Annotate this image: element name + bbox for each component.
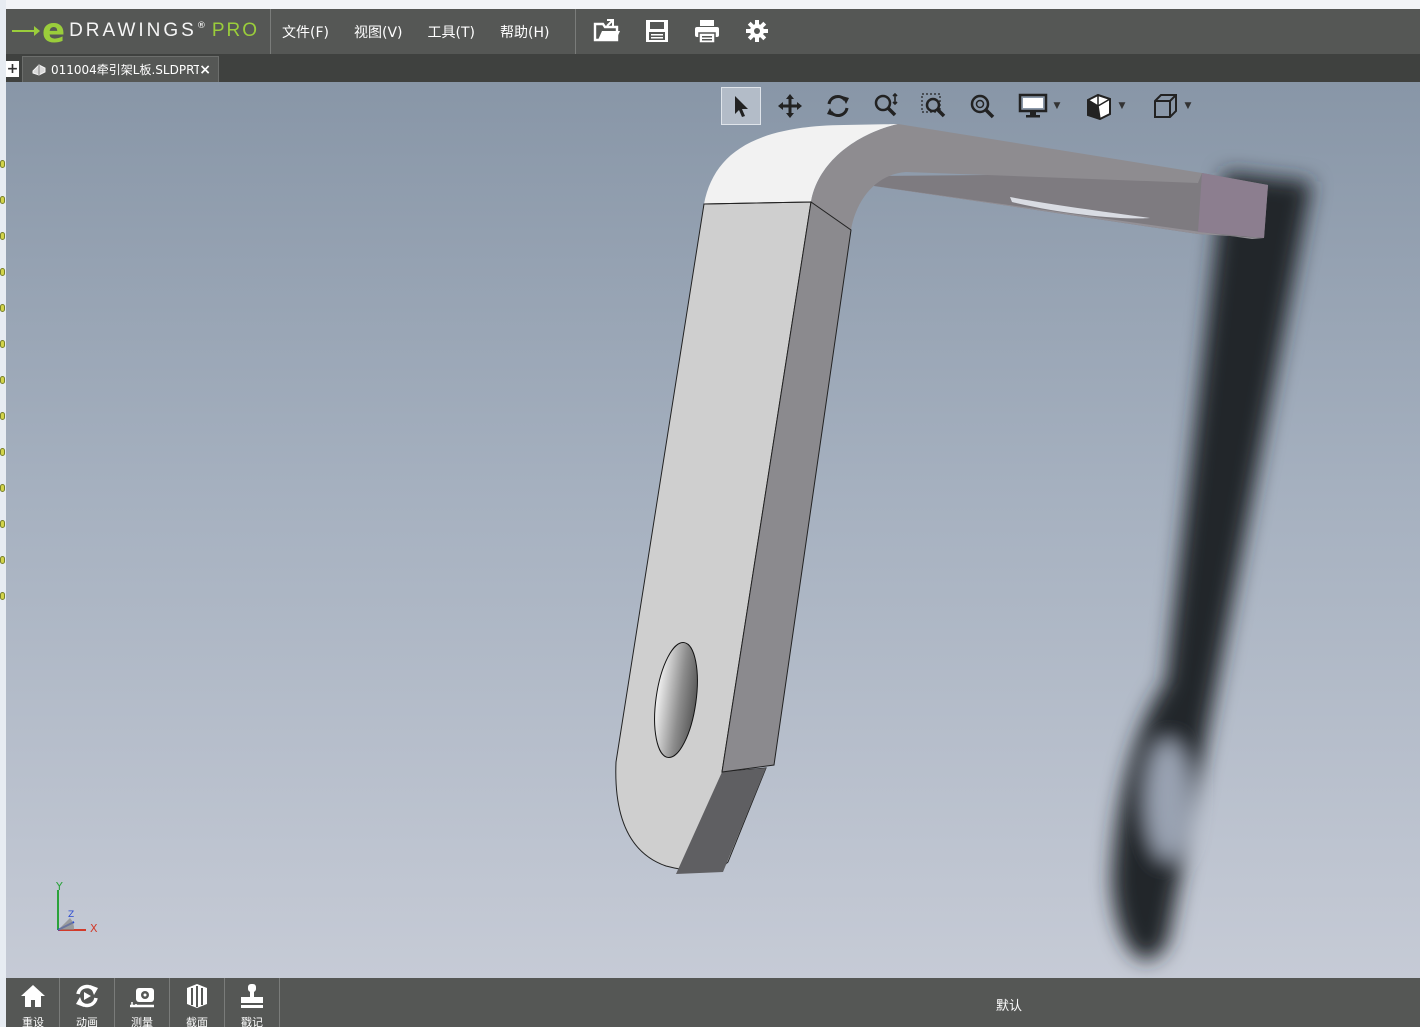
triad-x-label: X: [90, 922, 98, 935]
chevron-down-icon[interactable]: ▼: [1119, 101, 1126, 111]
divider: [575, 9, 576, 54]
print-icon[interactable]: [691, 15, 723, 47]
edge-marker-icon: [0, 304, 5, 312]
view-toolbar: ▼ ▼ ▼: [721, 86, 1209, 126]
edge-marker-icon: [0, 412, 5, 420]
menu-tools[interactable]: 工具(T): [428, 22, 475, 42]
section-button[interactable]: 截面: [170, 978, 224, 1029]
logo-pro: PRO: [211, 20, 260, 41]
measure-icon: [130, 988, 154, 1008]
menu-file[interactable]: 文件(F): [282, 22, 329, 42]
chevron-down-icon[interactable]: ▼: [1054, 101, 1061, 111]
document-tab-bar: + 011004牵引架L板.SLDPRT ×: [6, 54, 1420, 82]
edge-marker-icon: [0, 376, 5, 384]
edge-marker-icon: [0, 520, 5, 528]
measure-button[interactable]: 测量: [115, 978, 169, 1029]
reset-button[interactable]: 重设: [6, 978, 60, 1029]
measure-label: 测量: [131, 1016, 153, 1029]
logo-e: e: [42, 11, 66, 51]
edge-marker-icon: [0, 340, 5, 348]
stamp-button[interactable]: 戳记: [225, 978, 279, 1029]
zoom-to-fit-icon[interactable]: [963, 87, 1001, 125]
stamp-icon: [241, 984, 263, 1008]
section-icon: [187, 984, 207, 1008]
logo-registered: ®: [196, 21, 206, 31]
orientation-triad: Y X Z: [46, 880, 106, 940]
stamp-label: 戳记: [241, 1016, 263, 1029]
menu-bar: 文件(F) 视图(V) 工具(T) 帮助(H): [282, 9, 574, 54]
rotate-icon[interactable]: [819, 87, 857, 125]
open-folder-icon[interactable]: [591, 15, 623, 47]
triad-z-label: Z: [68, 910, 75, 920]
edge-marker-icon: [0, 592, 5, 600]
pan-icon[interactable]: [771, 87, 809, 125]
edge-marker-icon: [0, 160, 5, 168]
divider: [270, 9, 271, 54]
model-render[interactable]: [6, 82, 1420, 978]
select-arrow-icon[interactable]: [721, 87, 761, 125]
animate-label: 动画: [76, 1016, 98, 1029]
tab-label: 011004牵引架L板.SLDPRT: [51, 63, 200, 77]
animate-button[interactable]: 动画: [60, 978, 114, 1029]
edge-marker-icon: [0, 196, 5, 204]
edge-marker-icon: [0, 484, 5, 492]
menu-help[interactable]: 帮助(H): [500, 22, 549, 42]
home-icon: [21, 985, 45, 1007]
edrawings-logo: e DRAWINGS ® PRO: [12, 11, 260, 51]
edge-marker-icon: [0, 268, 5, 276]
animate-icon: [76, 984, 98, 1008]
divider: [279, 978, 280, 1027]
tab-document[interactable]: 011004牵引架L板.SLDPRT ×: [22, 56, 219, 82]
zoom-to-area-icon[interactable]: [915, 87, 953, 125]
logo-arrow-icon: [12, 26, 40, 36]
new-tab-button[interactable]: +: [6, 61, 19, 77]
save-icon[interactable]: [641, 15, 673, 47]
part-file-icon: [31, 63, 47, 77]
title-bar: e DRAWINGS ® PRO 文件(F) 视图(V) 工具(T) 帮助(H): [6, 9, 1420, 54]
reset-label: 重设: [22, 1016, 44, 1029]
section-label: 截面: [186, 1016, 208, 1029]
main-toolbar: [591, 15, 791, 47]
standard-views-icon[interactable]: ▼: [1143, 87, 1199, 125]
3d-viewport[interactable]: ▼ ▼ ▼ Y X Z: [6, 82, 1420, 978]
section-view-icon[interactable]: ▼: [1077, 87, 1133, 125]
zoom-icon[interactable]: [867, 87, 905, 125]
edge-marker-icon: [0, 232, 5, 240]
menu-view[interactable]: 视图(V): [354, 22, 403, 42]
configuration-name[interactable]: 默认: [996, 995, 1022, 1014]
close-tab-button[interactable]: ×: [199, 62, 211, 78]
edge-marker-icon: [0, 556, 5, 564]
logo-text: DRAWINGS: [69, 20, 197, 41]
display-style-icon[interactable]: ▼: [1011, 87, 1067, 125]
chevron-down-icon[interactable]: ▼: [1185, 101, 1192, 111]
window-top-edge: [6, 0, 1420, 9]
bottom-toolbar: 重设 动画 测量 截面 戳记 默认: [6, 978, 1420, 1029]
settings-gear-icon[interactable]: [741, 15, 773, 47]
triad-y-label: Y: [56, 880, 63, 893]
edge-marker-icon: [0, 448, 5, 456]
model-shadow: [1112, 172, 1312, 960]
